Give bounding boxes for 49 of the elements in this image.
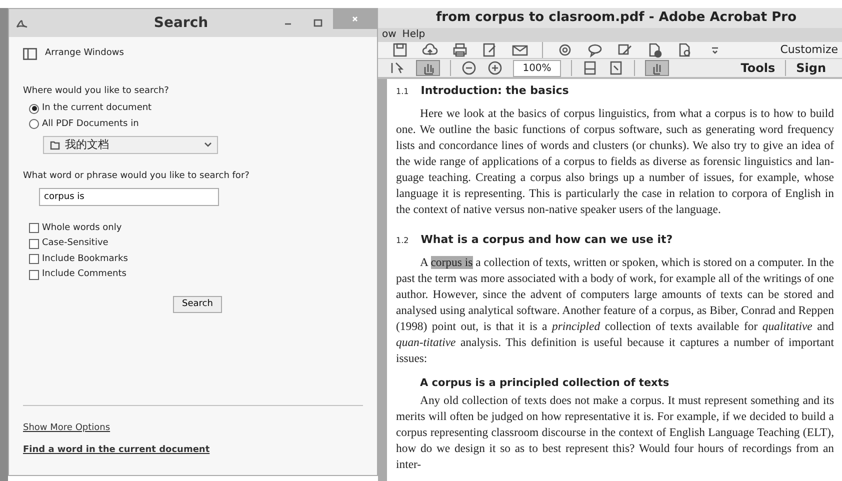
edit-document-icon[interactable] [482,42,498,58]
gear-icon[interactable] [557,42,573,58]
comment-icon[interactable] [587,42,603,58]
folder-dropdown[interactable]: 我的文档 [43,136,218,154]
maximize-icon [313,18,323,28]
folder-icon [49,139,61,151]
subheading: A corpus is a principled collection of texts [420,376,670,391]
checkbox-option[interactable]: Include Bookmarks [29,252,363,266]
question-label: What word or phrase would you like to search for? [23,170,250,183]
print-icon[interactable] [452,42,468,58]
menu-item[interactable]: Help [402,27,426,42]
radio-option[interactable]: In the current document [29,102,363,116]
section-number: 1.1 [396,86,409,98]
zoom-field[interactable]: 100% [513,60,561,76]
panel-layout-icon[interactable] [23,48,37,60]
sign-tab[interactable]: Sign [796,59,826,77]
menu-item[interactable]: ow [382,27,396,42]
paragraph: Here we look at the basics of corpus linguistics, from what a corpus is to how to build one. We outline the basic functions of corpus software, such as generating word frequency lists and concordance lines of words and clusters (or chunks). We also try to give an idea of the wide range of applications of a corpus to fields as diverse as forensic linguistics and lan-guage teaching. Creating a corpus also brings up a number of issues, for example, whose language it is representing. This is particularly the case in relation to corpora of English in the context of native versus non-native speaker users of the language. [396,106,834,218]
search-button[interactable]: Search [173,296,222,313]
paragraph: Any old collection of texts does not make a corpus. It must represent something and its merits will often be judged on how representative it is. For example, if we decided to build a corpus representing classroom discourse in the context of English Language Teaching (ELT), how do we design it so as to best represent this? Would four hours of recordings from an inter- [396,393,834,473]
link[interactable]: Show More Options [23,423,110,433]
hand-tool-button[interactable] [416,60,440,76]
checkbox-option[interactable]: Case-Sensitive [29,237,363,250]
close-icon [350,14,360,24]
fit-width-icon[interactable] [608,60,624,76]
window-title: from corpus to clasroom.pdf - Adobe Acrobat Pro [378,8,842,28]
section-number: 1.2 [396,235,409,247]
question-label: Where would you like to search? [23,84,170,98]
zoom-in-icon[interactable] [487,60,503,76]
radio-option[interactable]: All PDF Documents in [29,118,363,131]
checkbox-option[interactable]: Whole words only [29,222,363,235]
window-title: Search [152,14,210,32]
fit-page-icon[interactable] [582,60,598,76]
section-heading: Introduction: the basics [420,83,569,99]
save-icon[interactable] [392,42,408,58]
paragraph: A corpus is a collection of texts, written or spoken, which is stored on a computer. In the past the term was more associated with a body of work, for example all of the writings of one author. However, since the advent of computers large amounts of texts can be stored and analysed using analytical software. Another feature of a corpus, as Biber, Conrad and Reppen (1998) point out, is that it is a principled collection of texts available for qualitative and quan-titative analysis. This definition is useful because it captures a number of important issues: [396,255,834,367]
cloud-upload-icon[interactable] [422,42,438,58]
zoom-out-icon[interactable] [461,60,477,76]
document-badge-icon[interactable] [647,42,663,58]
section-heading: What is a corpus and how can we use it? [420,232,673,248]
chevron-down-icon [204,142,212,148]
customize-button[interactable]: Customize [780,42,838,58]
document-badge-icon[interactable] [677,42,693,58]
tools-tab[interactable]: Tools [740,59,776,77]
read-mode-button[interactable] [645,60,669,76]
arrange-windows-link[interactable]: Arrange Windows [45,47,124,60]
link[interactable]: Find a word in the current document [23,444,210,454]
search-input[interactable]: corpus is [39,188,219,206]
checkbox-option[interactable]: Include Comments [29,268,363,282]
